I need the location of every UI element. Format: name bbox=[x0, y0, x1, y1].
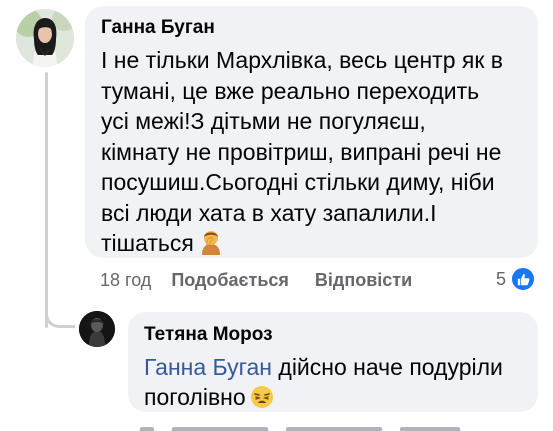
reply-text: Ганна Буган дійсно наче подуріли поголів… bbox=[144, 352, 538, 416]
reply-avatar-photo bbox=[79, 311, 115, 347]
comment-actions: 18 год Подобається Відповісти bbox=[100, 266, 438, 294]
reaction-summary[interactable]: 5 bbox=[496, 265, 537, 293]
avatar[interactable] bbox=[16, 9, 74, 67]
comment-timestamp[interactable]: 18 год bbox=[100, 270, 151, 291]
comment-text-line: посушиш.Сьогодні стільки диму, ніби bbox=[101, 169, 495, 195]
comment-text: І не тільки Мархлівка, весь центр як в т… bbox=[101, 45, 538, 263]
reply-avatar[interactable] bbox=[79, 311, 115, 347]
mention-link[interactable]: Ганна Буган bbox=[144, 354, 272, 380]
next-row-cutoff bbox=[140, 419, 530, 431]
comment-text-end: тішаться bbox=[101, 230, 194, 256]
comment-text-line: кімнату не провітриш, випрані речі не bbox=[101, 138, 502, 165]
comment-text-line: тумані, це вже реально переходить bbox=[101, 77, 480, 104]
reply-text-line: Ганна Буган дійсно наче подуріли bbox=[144, 352, 538, 382]
reply-button[interactable]: Відповісти bbox=[315, 270, 412, 291]
avatar-photo bbox=[16, 9, 74, 67]
comment-text-line: всі люди хата в хату запалили.І bbox=[101, 199, 437, 226]
thread-connector bbox=[45, 300, 75, 328]
reply-author[interactable]: Тетяна Мороз bbox=[144, 322, 538, 348]
like-button[interactable]: Подобається bbox=[171, 270, 289, 291]
reply-text-rest: дійсно наче подуріли bbox=[272, 354, 503, 380]
comment-text-line: І не тільки Мархлівка, весь центр як в bbox=[101, 47, 504, 73]
reaction-count: 5 bbox=[496, 268, 507, 289]
person-facepalming-emoji bbox=[198, 229, 224, 263]
thread-line bbox=[45, 72, 48, 328]
reply-text-end: поголівно bbox=[144, 384, 246, 410]
comment-author[interactable]: Ганна Буган bbox=[101, 15, 538, 41]
comment-text-line: усі межі!З дітьми не погуляєш, bbox=[101, 108, 426, 134]
reply-text-line-last: поголівно bbox=[144, 382, 538, 416]
tired-face-emoji bbox=[250, 385, 274, 416]
comment-text-line-last: тішаться bbox=[101, 228, 538, 263]
reply-bubble: Тетяна Мороз Ганна Буган дійсно наче под… bbox=[128, 312, 538, 412]
comment-bubble: Ганна Буган І не тільки Мархлівка, весь … bbox=[85, 6, 538, 258]
like-icon bbox=[510, 266, 537, 292]
